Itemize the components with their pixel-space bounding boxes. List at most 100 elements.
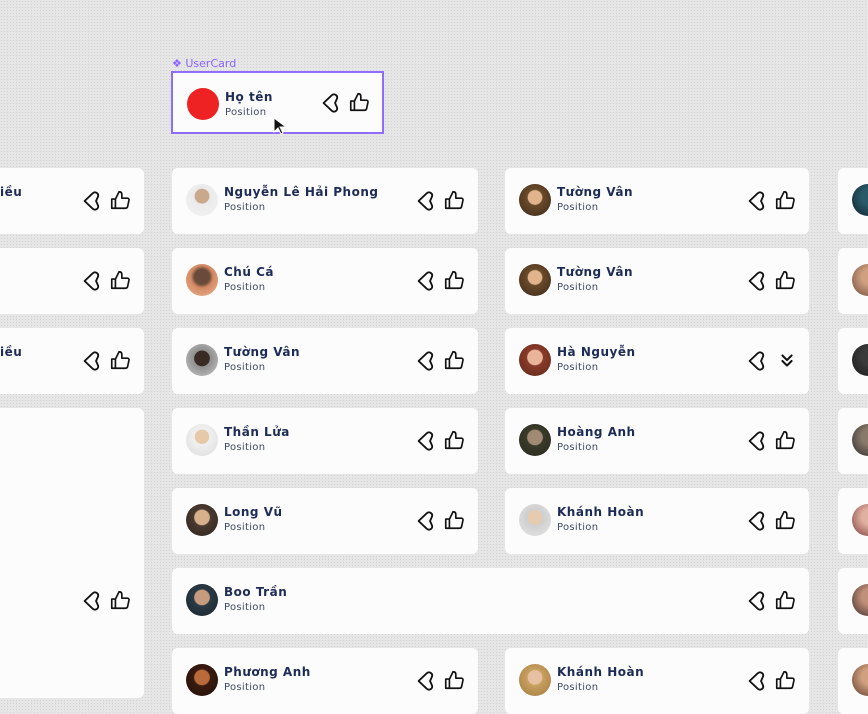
avatar-placeholder <box>187 88 219 120</box>
thumbs-up-icon[interactable] <box>443 509 465 531</box>
user-card[interactable]: Thần Lửa Position <box>172 408 478 474</box>
thumbs-up-icon[interactable] <box>774 429 796 451</box>
card-name: iều <box>0 345 23 359</box>
card-position: Position <box>557 202 599 213</box>
thumbs-up-icon[interactable] <box>774 509 796 531</box>
avatar <box>519 344 551 376</box>
card-position: Position <box>557 442 599 453</box>
avatar <box>186 344 218 376</box>
user-card[interactable]: Phương Anh Position <box>172 648 478 714</box>
user-card[interactable]: Chú Cá Position <box>172 248 478 314</box>
avatar <box>519 504 551 536</box>
user-card[interactable] <box>838 568 868 634</box>
user-card[interactable]: Hà Nguyễn Position <box>505 328 809 394</box>
thumbs-up-icon[interactable] <box>774 269 796 291</box>
user-card[interactable]: Long Vũ Position <box>172 488 478 554</box>
heart-icon[interactable] <box>745 270 767 292</box>
card-name: Khánh Hoàn <box>557 505 645 519</box>
heart-icon[interactable] <box>414 430 436 452</box>
card-name: Phương Anh <box>224 665 311 679</box>
heart-icon[interactable] <box>745 510 767 532</box>
user-card[interactable]: Khánh Hoàn Position <box>505 488 809 554</box>
heart-icon[interactable] <box>414 670 436 692</box>
user-card[interactable] <box>838 648 868 714</box>
thumbs-up-icon[interactable] <box>443 349 465 371</box>
user-card[interactable] <box>838 248 868 314</box>
card-name: Tường Vân <box>224 345 301 359</box>
avatar <box>852 584 868 616</box>
user-card[interactable] <box>838 168 868 234</box>
heart-icon[interactable] <box>745 190 767 212</box>
thumbs-up-icon[interactable] <box>109 349 131 371</box>
heart-icon[interactable] <box>414 190 436 212</box>
thumbs-up-icon[interactable] <box>109 269 131 291</box>
user-card[interactable]: Tường Vân Position <box>172 328 478 394</box>
user-card[interactable] <box>838 488 868 554</box>
avatar <box>852 264 868 296</box>
card-name: Long Vũ <box>224 505 283 519</box>
heart-icon[interactable] <box>745 430 767 452</box>
heart-icon[interactable] <box>745 590 767 612</box>
avatar <box>186 664 218 696</box>
user-card[interactable]: Tường Vân Position <box>505 168 809 234</box>
card-name: Chú Cá <box>224 265 274 279</box>
thumbs-up-icon[interactable] <box>109 189 131 211</box>
thumbs-up-icon[interactable] <box>443 429 465 451</box>
avatar <box>852 424 868 456</box>
user-card[interactable]: Khánh Hoàn Position <box>505 648 809 714</box>
avatar <box>186 264 218 296</box>
avatar <box>519 264 551 296</box>
user-card[interactable] <box>0 248 144 314</box>
card-name: Nguyễn Lê Hải Phong <box>224 185 379 199</box>
component-icon: ❖ <box>172 57 182 70</box>
heart-icon[interactable] <box>414 510 436 532</box>
user-card[interactable]: Nguyễn Lê Hải Phong Position <box>172 168 478 234</box>
card-position: Position <box>557 522 599 533</box>
heart-icon[interactable] <box>80 190 102 212</box>
avatar <box>186 584 218 616</box>
user-card-wide[interactable]: Boo Trần Position <box>172 568 809 634</box>
component-label: ❖ UserCard <box>172 57 237 70</box>
card-position: Position <box>557 282 599 293</box>
double-chevron-down-icon[interactable] <box>776 350 798 372</box>
card-name: Tường Vân <box>557 185 634 199</box>
user-card[interactable]: iều <box>0 168 144 234</box>
card-position: Position <box>224 442 266 453</box>
heart-icon[interactable] <box>80 350 102 372</box>
card-name: Khánh Hoàn <box>557 665 645 679</box>
avatar <box>519 184 551 216</box>
avatar <box>186 424 218 456</box>
heart-icon[interactable] <box>414 270 436 292</box>
heart-icon[interactable] <box>80 590 102 612</box>
thumbs-up-icon[interactable] <box>443 269 465 291</box>
thumbs-up-icon[interactable] <box>443 189 465 211</box>
user-card[interactable] <box>838 328 868 394</box>
cursor-icon <box>273 117 289 135</box>
heart-icon[interactable] <box>319 92 341 114</box>
card-position: Position <box>224 282 266 293</box>
card-position: Position <box>224 522 266 533</box>
card-name: Hoàng Anh <box>557 425 636 439</box>
user-card[interactable]: iều <box>0 328 144 394</box>
user-card[interactable] <box>838 408 868 474</box>
card-position: Position <box>225 107 267 118</box>
avatar <box>852 664 868 696</box>
user-card[interactable]: Hoàng Anh Position <box>505 408 809 474</box>
heart-icon[interactable] <box>745 670 767 692</box>
user-card-large[interactable] <box>0 408 144 698</box>
thumbs-up-icon[interactable] <box>774 589 796 611</box>
heart-icon[interactable] <box>80 270 102 292</box>
thumbs-up-icon[interactable] <box>774 189 796 211</box>
card-position: Position <box>224 602 266 613</box>
thumbs-up-icon[interactable] <box>348 91 370 113</box>
card-position: Position <box>224 202 266 213</box>
heart-icon[interactable] <box>414 350 436 372</box>
user-card[interactable]: Tường Vân Position <box>505 248 809 314</box>
thumbs-up-icon[interactable] <box>109 589 131 611</box>
card-name: Boo Trần <box>224 585 288 599</box>
avatar <box>852 184 868 216</box>
avatar <box>519 664 551 696</box>
avatar <box>852 504 868 536</box>
heart-icon[interactable] <box>745 350 767 372</box>
card-position: Position <box>557 362 599 373</box>
